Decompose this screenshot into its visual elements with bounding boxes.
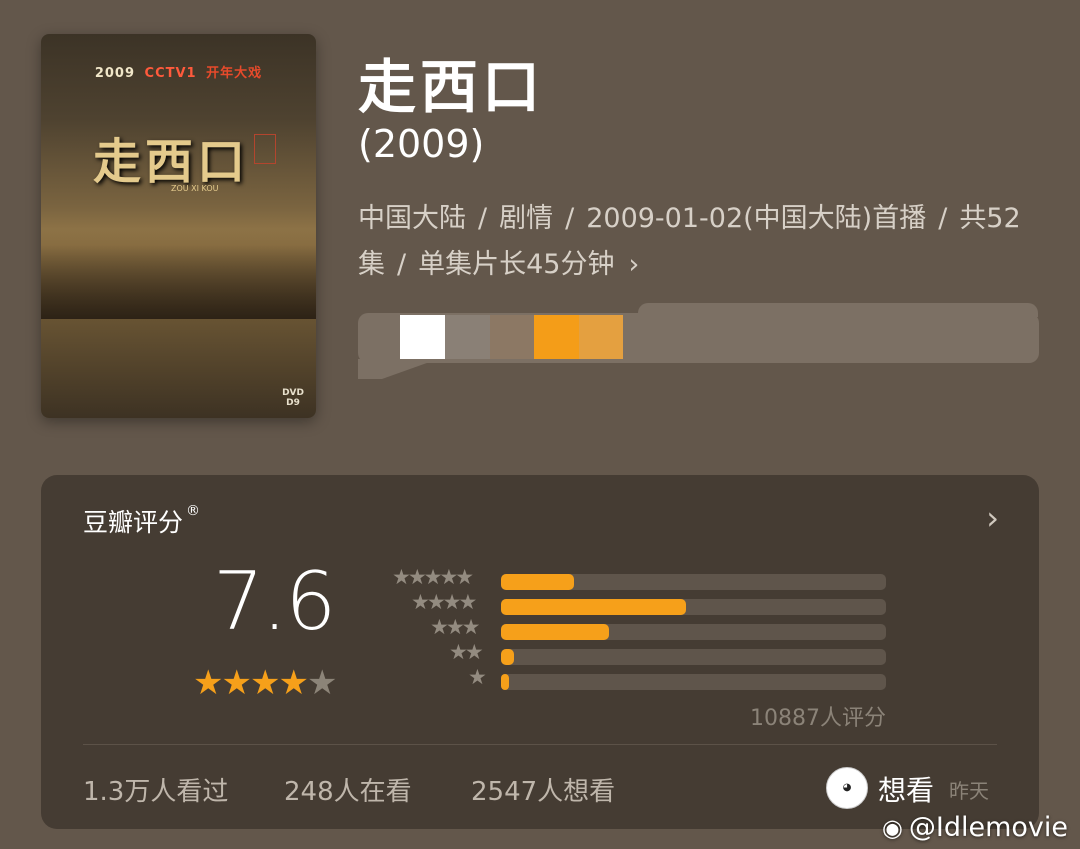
show-title: 走西口 — [358, 53, 545, 121]
distribution-star-label: ★★★★★ — [392, 565, 474, 589]
blur-block — [534, 315, 579, 359]
distribution-row: ★ — [387, 665, 887, 691]
user-avatar[interactable]: ◕ — [826, 767, 868, 809]
poster-slogan: 开年大戏 — [206, 66, 263, 81]
distribution-star-label: ★★ — [449, 640, 484, 664]
rating-score: 7.6 — [213, 555, 336, 648]
weibo-watermark: ◉ @Idlemovie — [881, 812, 1068, 843]
show-year: (2009) — [358, 122, 485, 166]
star-icon: ★ — [193, 663, 224, 703]
poster-image[interactable]: 2009 CCTV1 开年大戏 走西口 ZOU XI KOU DVD D9 — [41, 34, 316, 418]
blur-block — [579, 315, 623, 359]
distribution-bar — [501, 674, 509, 690]
stat-want[interactable]: 2547人想看 — [471, 771, 615, 808]
poster-top-line: 2009 CCTV1 开年大戏 — [41, 62, 316, 81]
stat-watched[interactable]: 1.3万人看过 — [83, 771, 228, 808]
distribution-track — [501, 599, 886, 615]
poster-dvd-logo: DVD D9 — [282, 388, 304, 408]
blurred-tag-bar — [358, 303, 1039, 379]
rating-title: 豆瓣评分 ® — [83, 503, 201, 537]
distribution-bar — [501, 624, 609, 640]
poster-english-title: ZOU XI KOU — [171, 184, 219, 193]
distribution-bar — [501, 599, 686, 615]
user-status[interactable]: 想看 — [878, 769, 934, 809]
star-icon: ★ — [249, 663, 281, 703]
distribution-bar — [501, 649, 514, 665]
distribution-track — [501, 574, 886, 590]
star-icon: ★ — [221, 663, 252, 703]
poster-dvd-sub: D9 — [286, 398, 300, 408]
poster-dvd-text: DVD — [282, 388, 304, 398]
distribution-track — [501, 674, 886, 690]
poster-channel: CCTV1 — [144, 66, 197, 81]
divider — [83, 744, 997, 745]
chevron-right-icon[interactable]: › — [986, 499, 999, 537]
chevron-right-icon[interactable]: › — [628, 249, 639, 280]
distribution-star-label: ★★★ — [430, 615, 481, 639]
distribution-row: ★★ — [387, 640, 887, 666]
weibo-icon: ◉ — [881, 814, 903, 842]
blur-block — [445, 315, 490, 359]
poster-year: 2009 — [94, 66, 136, 81]
meta-region: 中国大陆 — [358, 203, 466, 234]
distribution-track — [501, 649, 886, 665]
star-icon: ★ — [278, 663, 309, 703]
user-status-time: 昨天 — [949, 779, 989, 803]
rating-card[interactable]: 豆瓣评分 ® › 7.6 ★★★★★ ★★★★★ ★★★★ ★★★ ★★ ★ 10887人… — [41, 475, 1039, 829]
meta-duration: 单集片长45分钟 — [418, 249, 615, 280]
stat-watching[interactable]: 248人在看 — [284, 771, 412, 808]
distribution-track — [501, 624, 886, 640]
rating-stars: ★★★★★ — [193, 663, 338, 703]
meta-premiere: 2009-01-02(中国大陆)首播 — [586, 203, 927, 234]
distribution-bar — [501, 574, 574, 590]
distribution-star-label: ★★★★ — [411, 590, 477, 614]
distribution-star-label: ★ — [468, 665, 487, 689]
poster-calligraphy: 走西口 — [93, 134, 250, 190]
distribution-row: ★★★★★ — [387, 565, 887, 591]
meta-genre: 剧情 — [499, 203, 554, 234]
star-icon: ★ — [306, 663, 338, 703]
show-meta[interactable]: 中国大陆 / 剧情/2009-01-02(中国大陆)首播 / 共52集 / 单集片长45分钟… — [358, 196, 1048, 288]
distribution-row: ★★★ — [387, 615, 887, 641]
poster-scene — [41, 229, 316, 319]
rating-count: 10887人评分 — [750, 706, 886, 731]
poster-seal — [254, 134, 276, 164]
blur-block — [400, 315, 445, 359]
distribution-row: ★★★★ — [387, 590, 887, 616]
blur-block — [490, 315, 534, 359]
